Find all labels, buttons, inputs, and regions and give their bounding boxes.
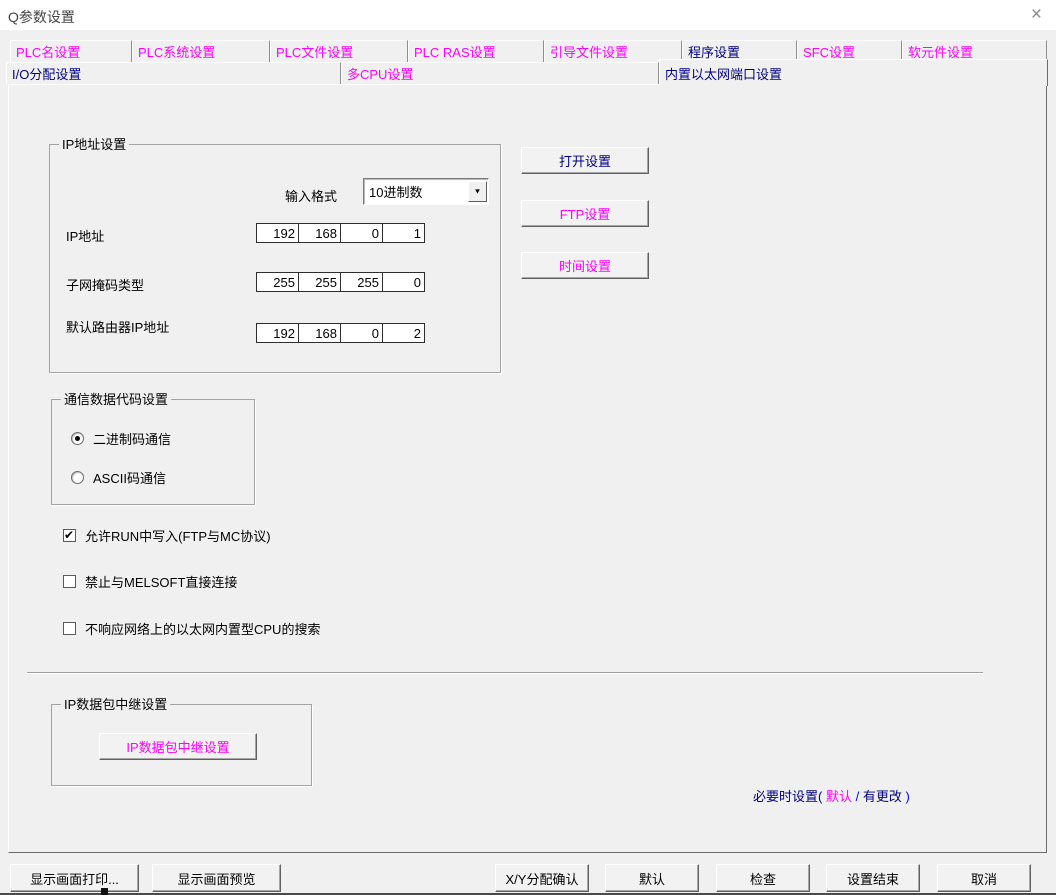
legend-suffix: ) <box>905 789 910 804</box>
print-screen-button[interactable]: 显示画面打印... <box>10 864 139 892</box>
input-format-label: 输入格式 <box>285 189 338 204</box>
subnet-octet-input[interactable]: 255 <box>256 272 299 292</box>
time-settings-button[interactable]: 时间设置 <box>521 252 649 279</box>
window-title: Q参数设置 <box>8 9 75 25</box>
checkbox-disable-melsoft-connection[interactable]: ✔ 禁止与MELSOFT直接连接 <box>63 572 237 591</box>
tab-label: PLC系统设置 <box>138 45 216 60</box>
titlebar: Q参数设置 × <box>0 0 1056 30</box>
checkbox-label: 不响应网络上的以太网内置型CPU的搜索 <box>85 622 321 637</box>
default-router-label: 默认路由器IP地址 <box>66 320 170 335</box>
checkbox-icon: ✔ <box>63 622 76 635</box>
group-title: IP数据包中继设置 <box>61 697 171 712</box>
radio-label: ASCII码通信 <box>93 471 166 486</box>
checkbox-label: 允许RUN中写入(FTP与MC协议) <box>85 529 271 544</box>
ip-address-fields: 192 168 0 1 <box>256 223 425 243</box>
chevron-down-icon[interactable]: ▼ <box>468 181 487 202</box>
close-icon[interactable]: × <box>1031 4 1042 26</box>
ip-packet-relay-settings-button[interactable]: IP数据包中继设置 <box>99 733 257 760</box>
ip-octet-input[interactable]: 1 <box>382 223 425 243</box>
subnet-mask-fields: 255 255 255 0 <box>256 272 425 292</box>
finish-setup-button[interactable]: 设置结束 <box>826 864 920 892</box>
legend-prefix: 必要时设置( <box>753 789 823 804</box>
group-ip-packet-relay-settings: IP数据包中继设置 IP数据包中继设置 <box>51 697 312 786</box>
ethernet-port-settings-panel: IP地址设置 输入格式 10进制数 ▼ IP地址 192 168 0 1 子网掩… <box>8 84 1047 853</box>
cancel-button[interactable]: 取消 <box>937 864 1031 892</box>
router-octet-input[interactable]: 192 <box>256 323 299 343</box>
xy-assignment-check-button[interactable]: X/Y分配确认 <box>495 864 589 892</box>
default-router-fields: 192 168 0 2 <box>256 323 425 343</box>
group-title: 通信数据代码设置 <box>61 392 172 407</box>
tab-plc-file-settings[interactable]: PLC文件设置 <box>270 40 408 62</box>
input-format-value: 10进制数 <box>369 185 423 200</box>
tab-label: PLC RAS设置 <box>414 45 496 60</box>
radio-label: 二进制码通信 <box>93 432 172 447</box>
tab-multi-cpu-settings[interactable]: 多CPU设置 <box>341 62 659 84</box>
radio-ascii-code-comm[interactable]: ASCII码通信 <box>71 468 166 487</box>
tab-label: 引导文件设置 <box>550 45 629 60</box>
tab-built-in-ethernet-port-settings[interactable]: 内置以太网端口设置 <box>659 59 1048 86</box>
subnet-octet-input[interactable]: 0 <box>382 272 425 292</box>
ip-octet-input[interactable]: 168 <box>298 223 341 243</box>
subnet-octet-input[interactable]: 255 <box>340 272 383 292</box>
ftp-settings-button[interactable]: FTP设置 <box>521 200 649 227</box>
group-title: IP地址设置 <box>59 137 130 152</box>
router-octet-input[interactable]: 168 <box>298 323 341 343</box>
background-window-mark <box>101 888 108 895</box>
tab-io-assignment-settings[interactable]: I/O分配设置 <box>6 62 341 84</box>
tab-label: 多CPU设置 <box>347 67 414 82</box>
group-comm-data-code-settings: 通信数据代码设置 二进制码通信 ASCII码通信 <box>51 392 255 505</box>
checkbox-no-response-cpu-search[interactable]: ✔ 不响应网络上的以太网内置型CPU的搜索 <box>63 619 320 638</box>
checkbox-icon: ✔ <box>63 575 76 588</box>
required-settings-legend: 必要时设置( 默认 / 有更改 ) <box>753 786 910 805</box>
tab-label: PLC文件设置 <box>276 45 354 60</box>
subnet-octet-input[interactable]: 255 <box>298 272 341 292</box>
tab-plc-ras-settings[interactable]: PLC RAS设置 <box>408 40 544 62</box>
group-ip-address-settings: IP地址设置 输入格式 10进制数 ▼ IP地址 192 168 0 1 子网掩… <box>49 137 501 373</box>
legend-default: 默认 <box>822 789 856 804</box>
checkbox-label: 禁止与MELSOFT直接连接 <box>85 575 238 590</box>
radio-icon <box>71 432 84 445</box>
input-format-select[interactable]: 10进制数 ▼ <box>363 178 489 205</box>
radio-binary-code-comm[interactable]: 二进制码通信 <box>71 429 171 448</box>
tab-label: I/O分配设置 <box>12 67 82 82</box>
tab-plc-system-settings[interactable]: PLC系统设置 <box>132 40 270 62</box>
subnet-mask-label: 子网掩码类型 <box>66 278 145 293</box>
ip-octet-input[interactable]: 192 <box>256 223 299 243</box>
tab-label: 内置以太网端口设置 <box>665 66 783 82</box>
ip-address-label: IP地址 <box>66 229 105 244</box>
tab-label: PLC名设置 <box>16 45 81 60</box>
checkbox-icon: ✔ <box>63 528 76 542</box>
legend-changed: 有更改 <box>859 789 906 804</box>
ip-octet-input[interactable]: 0 <box>340 223 383 243</box>
default-button[interactable]: 默认 <box>605 864 699 892</box>
checkbox-enable-run-write[interactable]: ✔ 允许RUN中写入(FTP与MC协议) <box>63 526 271 545</box>
open-settings-button[interactable]: 打开设置 <box>521 147 649 174</box>
router-octet-input[interactable]: 2 <box>382 323 425 343</box>
preview-screen-button[interactable]: 显示画面预览 <box>152 864 281 892</box>
tab-plc-name-settings[interactable]: PLC名设置 <box>10 40 132 62</box>
radio-icon <box>71 471 84 484</box>
divider <box>27 672 983 674</box>
check-button[interactable]: 检查 <box>716 864 810 892</box>
router-octet-input[interactable]: 0 <box>340 323 383 343</box>
